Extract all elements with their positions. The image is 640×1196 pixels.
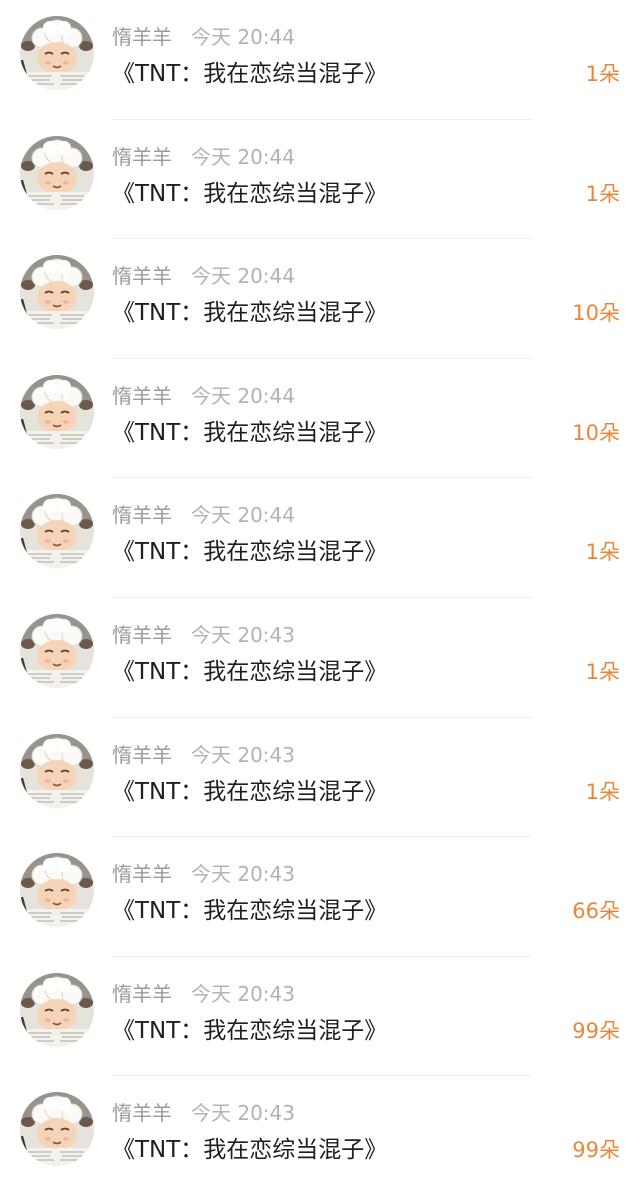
- list-item[interactable]: 惰羊羊 今天 20:44 《TNT：我在恋综当混子》 10朵: [0, 239, 640, 359]
- list-item[interactable]: 惰羊羊 今天 20:44 《TNT：我在恋综当混子》 10朵: [0, 359, 640, 479]
- book-title[interactable]: 《TNT：我在恋综当混子》: [112, 59, 387, 89]
- username[interactable]: 惰羊羊: [112, 383, 172, 409]
- list-item[interactable]: 惰羊羊 今天 20:44 《TNT：我在恋综当混子》 1朵: [0, 478, 640, 598]
- gift-count: 1朵: [585, 540, 620, 565]
- gift-count: 1朵: [585, 659, 620, 684]
- book-title[interactable]: 《TNT：我在恋综当混子》: [112, 179, 387, 209]
- list-item[interactable]: 惰羊羊 今天 20:43 《TNT：我在恋综当混子》 66朵: [0, 837, 640, 957]
- gift-count: 10朵: [572, 301, 620, 326]
- gift-count: 1朵: [585, 181, 620, 206]
- timestamp: 今天 20:43: [191, 1101, 295, 1126]
- username[interactable]: 惰羊羊: [112, 263, 172, 289]
- timestamp: 今天 20:44: [191, 383, 295, 408]
- sheep-avatar-icon[interactable]: [20, 16, 94, 90]
- sheep-avatar-icon[interactable]: [20, 494, 94, 569]
- timestamp: 今天 20:43: [191, 622, 295, 647]
- sheep-avatar-icon[interactable]: [20, 255, 94, 330]
- sheep-avatar-icon[interactable]: [20, 733, 94, 808]
- gift-count: 1朵: [585, 62, 620, 86]
- book-title[interactable]: 《TNT：我在恋综当混子》: [112, 896, 387, 926]
- gift-count: 99朵: [572, 1138, 620, 1163]
- gift-count: 10朵: [572, 420, 620, 445]
- timestamp: 今天 20:44: [191, 144, 295, 169]
- list-item[interactable]: 惰羊羊 今天 20:44 《TNT：我在恋综当混子》 1朵: [0, 0, 640, 120]
- timestamp: 今天 20:43: [191, 742, 295, 767]
- timestamp: 今天 20:44: [191, 264, 295, 289]
- timestamp: 今天 20:44: [191, 25, 295, 49]
- gift-count: 1朵: [585, 779, 620, 804]
- book-title[interactable]: 《TNT：我在恋综当混子》: [112, 657, 387, 687]
- username[interactable]: 惰羊羊: [112, 144, 172, 170]
- book-title[interactable]: 《TNT：我在恋综当混子》: [112, 1016, 387, 1046]
- timestamp: 今天 20:43: [191, 862, 295, 887]
- list-item[interactable]: 惰羊羊 今天 20:43 《TNT：我在恋综当混子》 1朵: [0, 598, 640, 718]
- book-title[interactable]: 《TNT：我在恋综当混子》: [112, 418, 387, 448]
- username[interactable]: 惰羊羊: [112, 861, 172, 887]
- book-title[interactable]: 《TNT：我在恋综当混子》: [112, 298, 387, 328]
- book-title[interactable]: 《TNT：我在恋综当混子》: [112, 537, 387, 567]
- gift-count: 66朵: [572, 899, 620, 924]
- list-item[interactable]: 惰羊羊 今天 20:43 《TNT：我在恋综当混子》 99朵: [0, 957, 640, 1077]
- username[interactable]: 惰羊羊: [112, 981, 172, 1007]
- book-title[interactable]: 《TNT：我在恋综当混子》: [112, 777, 387, 807]
- sheep-avatar-icon[interactable]: [20, 374, 94, 449]
- book-title[interactable]: 《TNT：我在恋综当混子》: [112, 1135, 387, 1165]
- timestamp: 今天 20:43: [191, 981, 295, 1006]
- username[interactable]: 惰羊羊: [112, 1100, 172, 1126]
- gift-message-list: 惰羊羊 今天 20:44 《TNT：我在恋综当混子》 1朵 惰羊羊 今天 20:…: [0, 0, 640, 1184]
- sheep-avatar-icon[interactable]: [20, 613, 94, 688]
- gift-count: 99朵: [572, 1018, 620, 1043]
- sheep-avatar-icon[interactable]: [20, 972, 94, 1047]
- sheep-avatar-icon[interactable]: [20, 1092, 94, 1167]
- username[interactable]: 惰羊羊: [112, 622, 172, 648]
- username[interactable]: 惰羊羊: [112, 24, 172, 50]
- sheep-avatar-icon[interactable]: [20, 853, 94, 928]
- sheep-avatar-icon[interactable]: [20, 135, 94, 210]
- list-item[interactable]: 惰羊羊 今天 20:43 《TNT：我在恋综当混子》 1朵: [0, 718, 640, 838]
- list-item[interactable]: 惰羊羊 今天 20:43 《TNT：我在恋综当混子》 99朵: [0, 1076, 640, 1196]
- username[interactable]: 惰羊羊: [112, 742, 172, 768]
- timestamp: 今天 20:44: [191, 503, 295, 528]
- username[interactable]: 惰羊羊: [112, 502, 172, 528]
- list-item[interactable]: 惰羊羊 今天 20:44 《TNT：我在恋综当混子》 1朵: [0, 120, 640, 240]
